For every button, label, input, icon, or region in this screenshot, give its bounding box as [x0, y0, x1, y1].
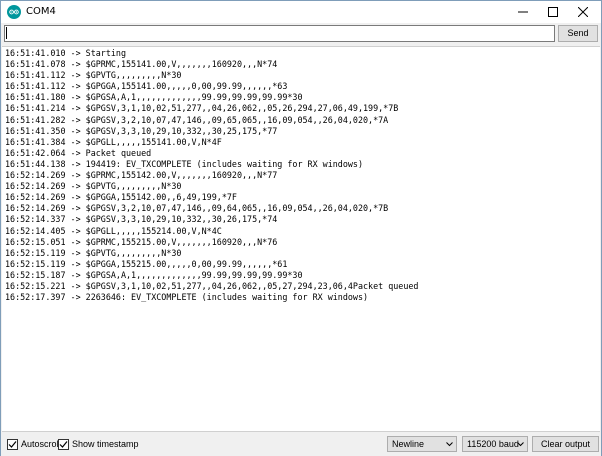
send-button[interactable]: Send	[558, 25, 598, 42]
output-line: 16:52:15.051 -> $GPRMC,155215.00,V,,,,,,…	[5, 236, 278, 247]
show-timestamp-checkbox[interactable]	[58, 439, 69, 450]
output-line: 16:52:15.187 -> $GPGSA,A,1,,,,,,,,,,,,,9…	[5, 269, 303, 280]
output-line: 16:51:41.078 -> $GPRMC,155141.00,V,,,,,,…	[5, 59, 278, 70]
output-line: 16:51:44.138 -> 194419: EV_TXCOMPLETE (i…	[5, 158, 363, 169]
output-lines: 16:51:41.010 -> Starting 16:51:41.078 -> …	[5, 48, 418, 303]
output-line: 16:51:41.384 -> $GPGLL,,,,,155141.00,V,N…	[5, 136, 222, 147]
line-ending-value: Newline	[392, 439, 425, 449]
autoscroll-checkbox[interactable]	[7, 439, 18, 450]
clear-output-button[interactable]: Clear output	[532, 436, 599, 452]
output-line: 16:52:14.337 -> $GPGSV,3,3,10,29,10,332,…	[5, 214, 278, 225]
baud-rate-value: 115200 baud	[467, 439, 519, 449]
line-ending-select[interactable]: Newline	[387, 436, 457, 452]
output-line: 16:52:14.269 -> $GPRMC,155142.00,V,,,,,,…	[5, 170, 278, 181]
output-line: 16:52:14.269 -> $GPGGA,155142.00,,6,49,1…	[5, 192, 237, 203]
bottom-bar: Autoscroll Show timestamp Newline 115200…	[1, 433, 601, 456]
output-line: 16:51:41.112 -> $GPGGA,155141.00,,,,,0,0…	[5, 81, 288, 92]
checkmark-icon	[59, 441, 68, 448]
serial-output[interactable]: 16:51:41.010 -> Starting 16:51:41.078 -> …	[2, 46, 600, 432]
title-bar[interactable]: COM4	[1, 1, 601, 23]
output-line: 16:52:15.119 -> $GPVTG,,,,,,,,,N*30	[5, 247, 182, 258]
chevron-down-icon	[446, 437, 453, 455]
output-line: 16:51:41.282 -> $GPGSV,3,2,10,07,47,146,…	[5, 114, 389, 125]
show-timestamp-label[interactable]: Show timestamp	[72, 439, 139, 450]
arduino-icon	[7, 5, 21, 19]
autoscroll-label[interactable]: Autoscroll	[21, 439, 61, 450]
output-line: 16:51:41.010 -> Starting	[5, 48, 127, 58]
output-line: 16:51:41.180 -> $GPGSA,A,1,,,,,,,,,,,,,9…	[5, 92, 303, 103]
close-button[interactable]	[568, 1, 598, 23]
output-line: 16:51:41.350 -> $GPGSV,3,3,10,29,10,332,…	[5, 125, 278, 136]
baud-rate-select[interactable]: 115200 baud	[462, 436, 528, 452]
serial-input[interactable]	[4, 25, 555, 42]
output-line: 16:51:41.214 -> $GPGSV,3,1,10,02,51,277,…	[5, 103, 399, 114]
text-cursor	[6, 27, 7, 39]
output-line: 16:52:15.221 -> $GPGSV,3,1,10,02,51,277,…	[5, 280, 419, 291]
maximize-icon	[548, 7, 558, 17]
output-line: 16:52:14.405 -> $GPGLL,,,,,155214.00,V,N…	[5, 225, 222, 236]
output-line: 16:52:15.119 -> $GPGGA,155215.00,,,,,0,0…	[5, 258, 288, 269]
close-icon	[578, 7, 588, 17]
output-line: 16:51:42.064 -> Packet queued	[5, 147, 152, 158]
maximize-button[interactable]	[538, 1, 568, 23]
chevron-down-icon	[517, 437, 524, 455]
serial-monitor-window: COM4 Send 16:51:41.010 -> Starting 16:51:…	[0, 0, 602, 456]
window-title: COM4	[26, 6, 56, 17]
output-line: 16:52:14.269 -> $GPGSV,3,2,10,07,47,146,…	[5, 203, 389, 214]
minimize-icon	[518, 11, 528, 13]
output-line: 16:51:41.112 -> $GPVTG,,,,,,,,,N*30	[5, 70, 182, 81]
checkmark-icon	[8, 441, 17, 448]
output-line: 16:52:17.397 -> 2263646: EV_TXCOMPLETE (…	[5, 292, 369, 303]
output-line: 16:52:14.269 -> $GPVTG,,,,,,,,,N*30	[5, 181, 182, 192]
send-row: Send	[1, 23, 601, 45]
minimize-button[interactable]	[508, 1, 538, 23]
